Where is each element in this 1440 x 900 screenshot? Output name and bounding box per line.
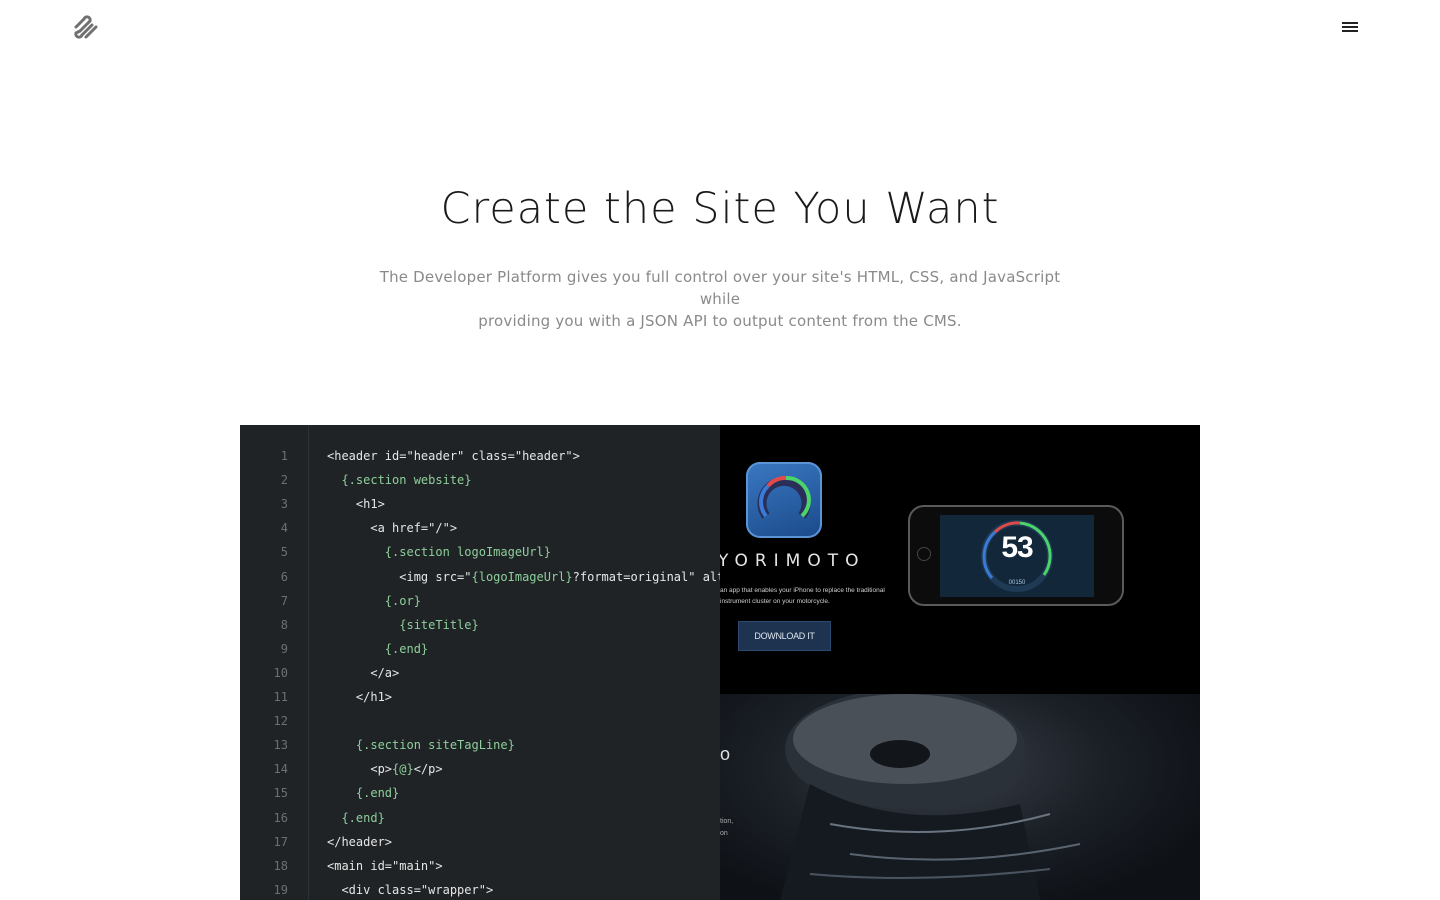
code-line: {.or}: [327, 589, 421, 613]
cut-off-text-line2: on: [720, 830, 728, 837]
gauge-icon: [757, 475, 811, 519]
headlight-photo: [780, 694, 1081, 900]
line-number: 15: [273, 786, 288, 801]
line-number: 5: [280, 545, 288, 560]
template-token: {.end}: [355, 786, 400, 801]
code-line: {.end}: [327, 806, 385, 830]
html-token: <main id="main">: [327, 858, 443, 873]
app-description: an app that enables your iPhone to repla…: [720, 585, 890, 607]
code-editor: 1 <header id="header" class="header"> 2 {.…: [240, 425, 720, 900]
site-preview-yorimoto: YORIMOTO an app that enables your iPhone…: [720, 425, 1200, 694]
template-token: {.end}: [384, 641, 429, 656]
speed-value: 53: [1001, 531, 1033, 564]
template-token: {.section logoImageUrl}: [384, 545, 551, 560]
line-number: 3: [280, 497, 288, 512]
page: Create the Site You Want The Developer P…: [0, 0, 1440, 900]
html-token: <a href="/">: [370, 521, 458, 536]
app-description-line1: an app that enables your iPhone to repla…: [720, 587, 885, 594]
code-line: {.end}: [327, 637, 428, 661]
line-number: 14: [273, 762, 288, 777]
hamburger-graphic: [1342, 22, 1358, 32]
code-line: {.section logoImageUrl}: [327, 540, 551, 564]
hamburger-menu-icon[interactable]: [1340, 19, 1360, 35]
app-icon: [746, 462, 822, 538]
code-line: {.end}: [327, 781, 399, 805]
site-preview-photo: o tion, on: [720, 694, 1200, 900]
html-token: </a>: [370, 665, 400, 680]
line-number: 10: [273, 665, 288, 680]
squarespace-logo-icon[interactable]: [70, 13, 102, 41]
code-line: <header id="header" class="header">: [327, 444, 580, 468]
html-token: </p>: [413, 762, 443, 777]
line-number: 7: [280, 593, 288, 608]
hero-title: Create the Site You Want: [440, 184, 1000, 234]
line-number: 1: [280, 449, 288, 463]
cut-off-text-line1: tion,: [720, 818, 734, 825]
cut-off-heading-fragment: o: [720, 744, 731, 764]
line-number: 13: [273, 738, 288, 753]
speedometer-screen: 53 00150: [940, 515, 1094, 597]
code-line: </a>: [327, 661, 399, 685]
code-line: {.section siteTagLine}: [327, 733, 515, 757]
phone-home-button: [917, 547, 931, 561]
template-token: {.or}: [384, 593, 421, 608]
template-token: {@}: [392, 762, 414, 777]
line-number: 6: [280, 569, 288, 584]
code-line: <img src="{logoImageUrl}?format=original…: [327, 565, 720, 589]
phone-mockup: 53 00150: [908, 505, 1124, 606]
hero-subtitle-line1: The Developer Platform gives you full co…: [379, 268, 1061, 308]
line-number: 9: [280, 641, 288, 656]
line-number: 11: [273, 690, 288, 704]
html-token: </header>: [327, 834, 393, 849]
code-line: </h1>: [327, 685, 392, 709]
line-number: 16: [273, 810, 288, 825]
line-number: 12: [273, 714, 288, 729]
code-line: <div class="wrapper">: [327, 878, 493, 900]
html-token: <header id="header" class="header">: [327, 449, 580, 463]
developer-showcase: 1 <header id="header" class="header"> 2 {.…: [240, 425, 1200, 900]
template-token: {.end}: [341, 810, 385, 825]
code-line: {siteTitle}: [327, 613, 479, 637]
line-number: 8: [280, 617, 288, 632]
html-token: <p>: [370, 762, 393, 777]
code-line: <p>{@}</p>: [327, 757, 443, 781]
odometer-value: 00150: [1008, 580, 1026, 586]
html-token: <h1>: [355, 497, 385, 512]
html-token: ?format=original" alt="{: [572, 569, 720, 584]
template-token: {.section website}: [341, 473, 472, 488]
logo-graphic: [74, 15, 98, 39]
template-token: {logoImageUrl}: [471, 569, 573, 584]
code-line: <a href="/">: [327, 516, 457, 540]
template-token: {siteTitle}: [399, 617, 479, 632]
code-line: <h1>: [327, 492, 385, 516]
code-line: <main id="main">: [327, 854, 443, 878]
line-number: 4: [280, 521, 288, 536]
line-number: 17: [273, 834, 288, 849]
code-line: {.section website}: [327, 468, 472, 492]
app-name: YORIMOTO: [720, 551, 866, 571]
line-number: 2: [280, 473, 288, 488]
hero-subtitle: The Developer Platform gives you full co…: [360, 266, 1080, 332]
download-button[interactable]: DOWNLOAD IT: [738, 621, 831, 651]
html-token: <img src=": [399, 569, 472, 584]
html-token: <div class="wrapper">: [341, 882, 494, 897]
line-number: 19: [273, 882, 288, 897]
hero-subtitle-line2: providing you with a JSON API to output …: [478, 312, 962, 330]
html-token: </h1>: [355, 690, 393, 704]
app-description-line2: instrument cluster on your motorcycle.: [720, 598, 830, 605]
template-token: {.section siteTagLine}: [355, 738, 515, 753]
line-number: 18: [273, 858, 288, 873]
code-line: </header>: [327, 830, 392, 854]
